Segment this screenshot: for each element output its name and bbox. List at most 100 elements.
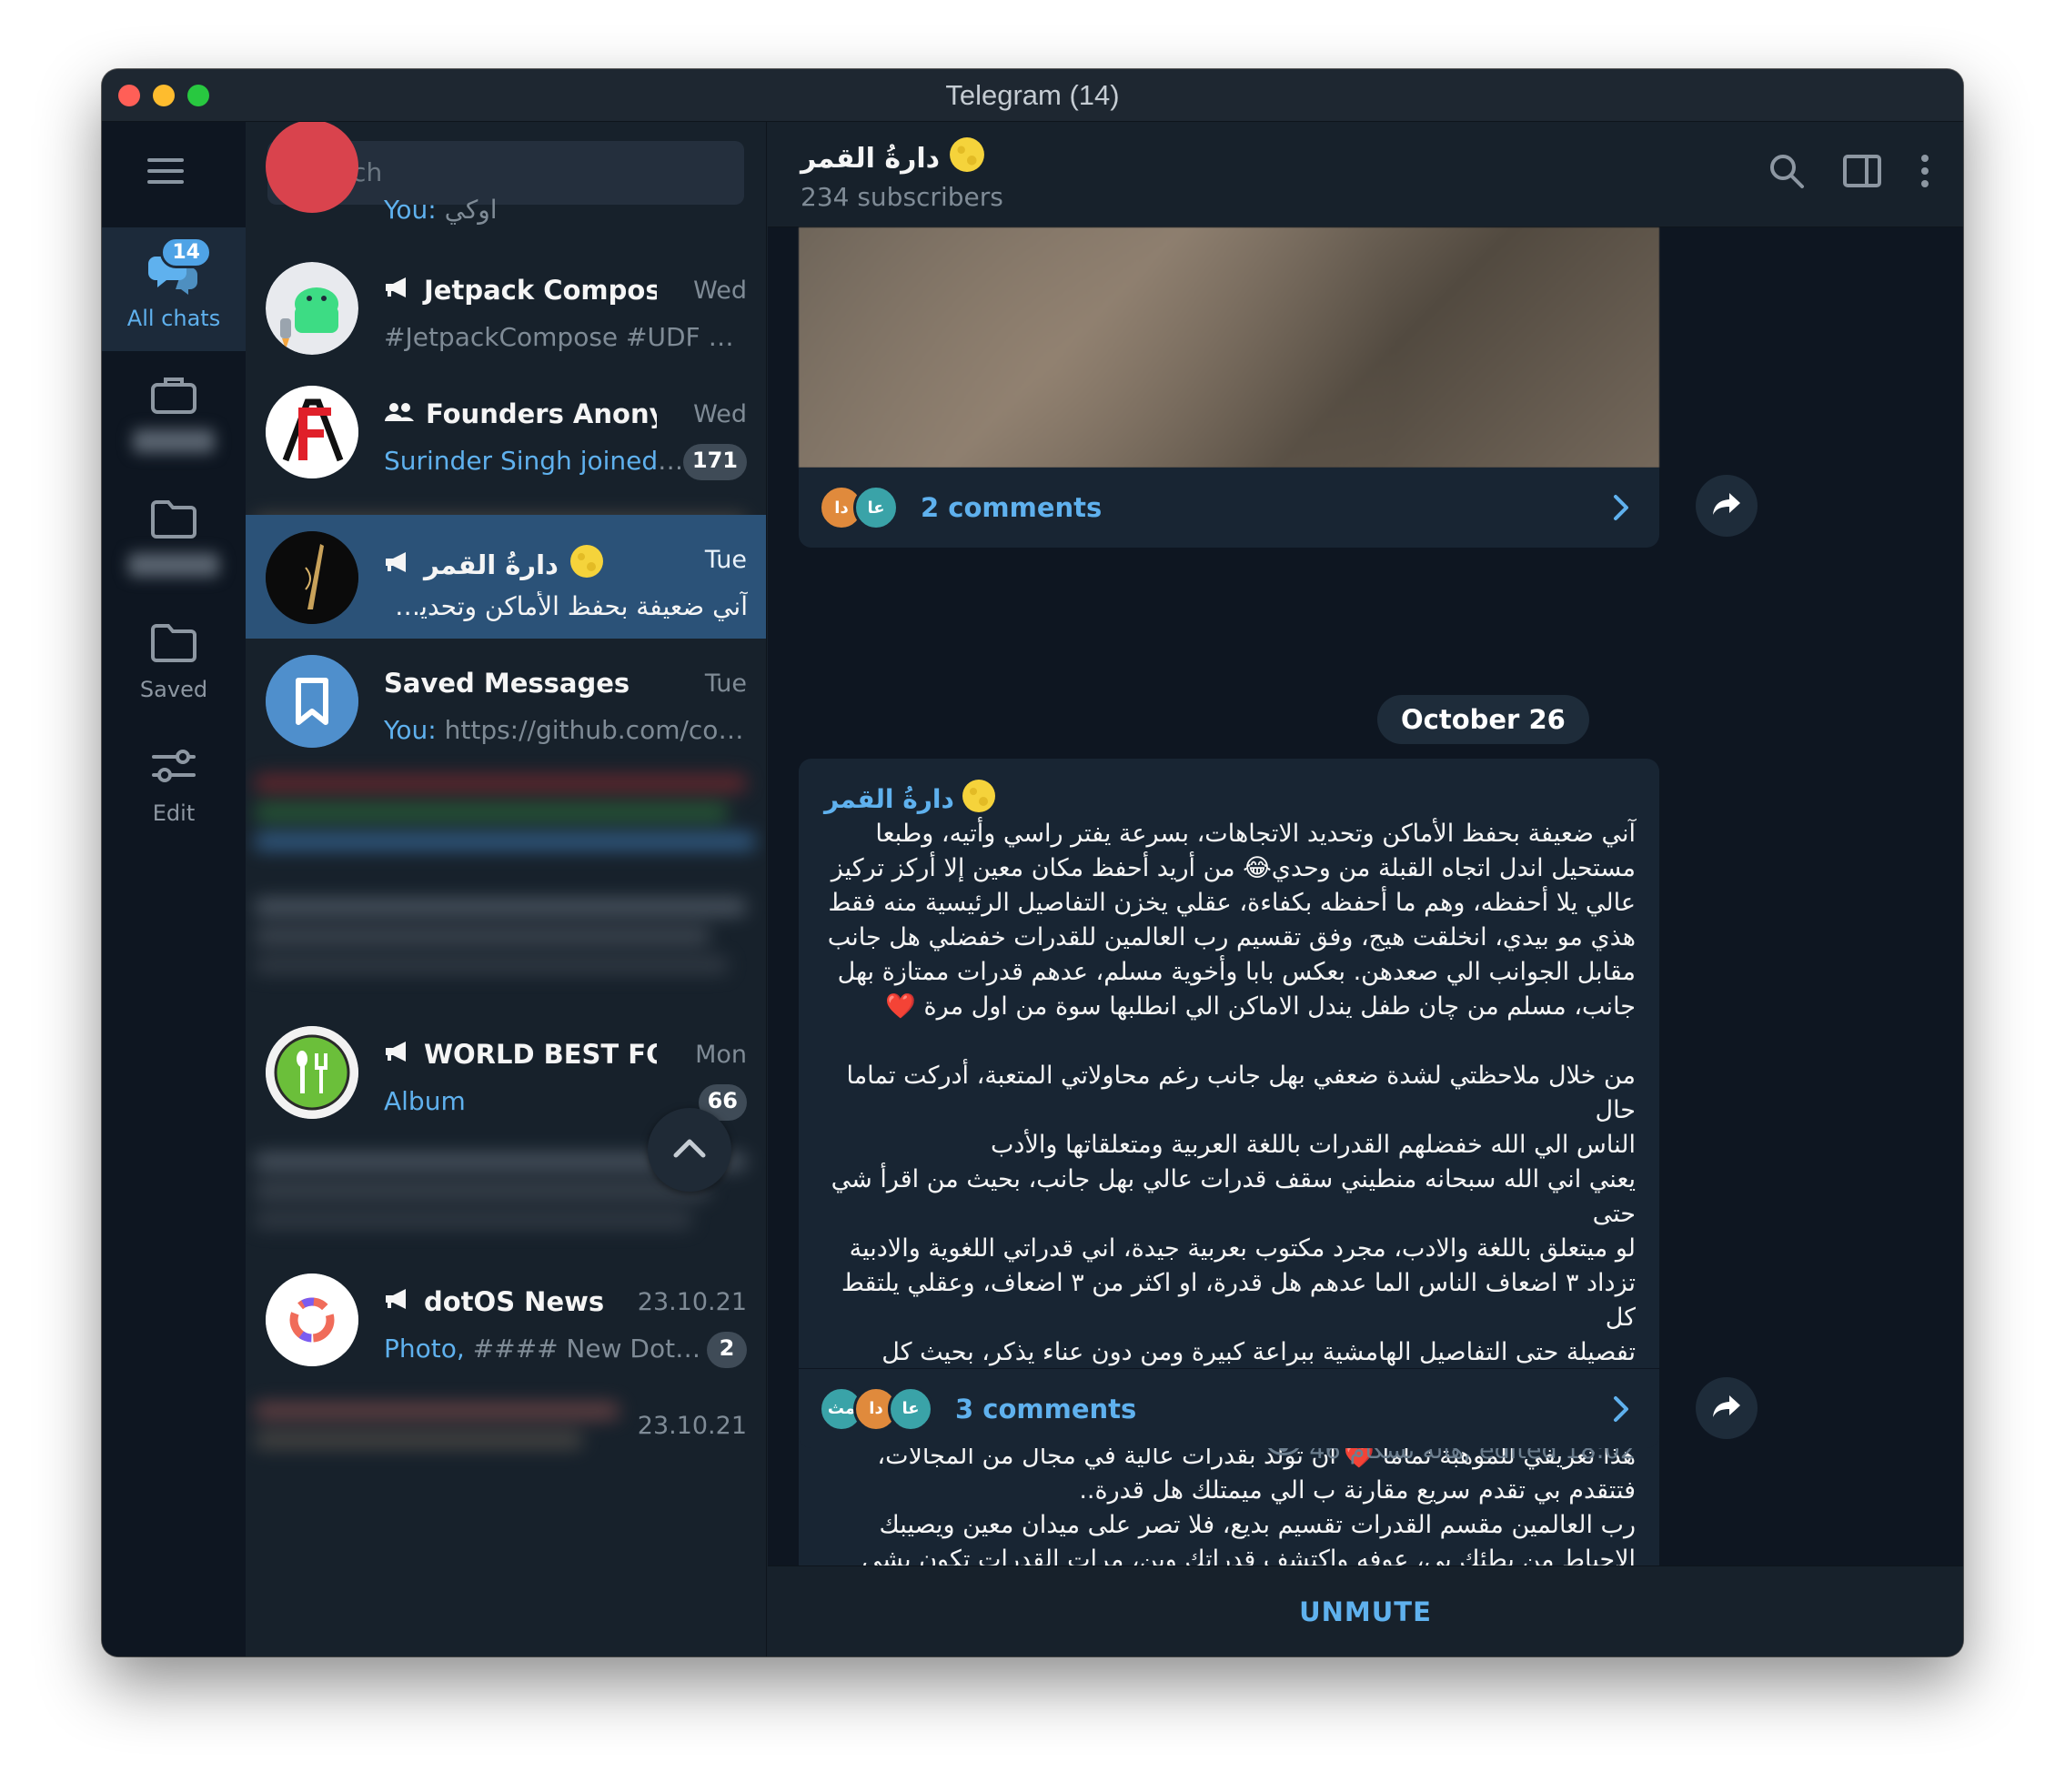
folder-saved[interactable]: Saved: [102, 599, 246, 722]
forward-button[interactable]: [1696, 1377, 1758, 1439]
sidebar-toggle-icon[interactable]: [1843, 155, 1881, 191]
hamburger-menu-icon[interactable]: [147, 158, 184, 186]
folder-label-blurred: [133, 429, 215, 453]
message-photo-blurred[interactable]: [799, 227, 1659, 468]
chat-avatar: [266, 386, 358, 478]
android-robot-icon: [266, 262, 358, 355]
unread-count-badge: 171: [682, 444, 747, 480]
chat-name: Saved Messages: [384, 668, 630, 699]
scroll-to-top-button[interactable]: [648, 1108, 731, 1192]
chat-row[interactable]: Jetpack Compose ... Wed #JetpackCompose …: [246, 246, 766, 369]
folder-custom[interactable]: [102, 475, 246, 599]
briefcase-icon: [146, 367, 201, 422]
chat-bubbles-icon: 14: [146, 237, 212, 298]
chat-name: Jetpack Compose ...: [424, 275, 657, 306]
group-icon: [384, 398, 415, 429]
folder-rail: 14 All chats Saved Edit: [102, 122, 246, 1656]
window-controls: [118, 85, 209, 106]
folder-work[interactable]: [102, 351, 246, 475]
comments-bar[interactable]: مث دا عا 3 comments: [799, 1368, 1659, 1448]
share-arrow-icon: [1711, 1394, 1742, 1423]
chat-name: Founders Anonym...: [426, 398, 657, 429]
megaphone-icon: [384, 275, 413, 306]
unread-badge: 14: [160, 237, 212, 268]
channel-title: دارةُ القمر: [801, 142, 941, 175]
comments-link[interactable]: 3 comments: [955, 1394, 1136, 1425]
chat-row[interactable]: Founders Anonym... Wed Surinder Singh jo…: [246, 369, 766, 493]
chat-preview: آني ضعيفة بحفظ الأماكن وتحديد ا...: [384, 591, 748, 621]
minimize-window-button[interactable]: [153, 85, 175, 106]
chat-preview: Surinder Singh joined t...: [384, 446, 684, 476]
full-moon-emoji-icon: [962, 779, 996, 820]
chat-date: 23.10.21: [637, 1288, 747, 1316]
chat-preview: #JetpackCompose #UDF #St...: [384, 322, 748, 352]
chat-date: Wed: [693, 277, 747, 305]
sliders-icon: [146, 739, 201, 793]
chevron-right-icon: [1612, 493, 1630, 526]
subscriber-count: 234 subscribers: [801, 182, 1003, 212]
chat-avatar: [266, 531, 358, 624]
full-moon-emoji-icon: [569, 544, 604, 585]
folder-label-blurred: [128, 553, 219, 577]
unmute-button[interactable]: UNMUTE: [1299, 1596, 1432, 1627]
chat-name: دارةُ القمر: [424, 549, 559, 580]
blurred-chat-row: [255, 762, 764, 862]
telegram-window: Telegram (14) 14 All chats Saved Edit Yo…: [102, 69, 1963, 1656]
chat-panel: دارةُ القمر 234 subscribers دا عا 2 comm…: [768, 122, 1963, 1656]
chat-list: Search You: اوكي Jetpack Compose ... Wed…: [246, 122, 767, 1656]
chat-date: Mon: [695, 1041, 747, 1069]
comments-link[interactable]: 2 comments: [921, 492, 1102, 523]
chat-row[interactable]: Saved Messages Tue You: https://github.c…: [246, 639, 766, 762]
chat-avatar: [266, 1026, 358, 1119]
search-icon[interactable]: [1768, 153, 1805, 193]
chat-row[interactable]: You: اوكي: [246, 122, 766, 247]
chat-row[interactable]: dotOS News 23.10.21 Photo, #### New DotO…: [246, 1257, 766, 1381]
chat-avatar: [266, 1274, 358, 1366]
megaphone-icon: [384, 1286, 413, 1317]
dotos-logo-icon: [266, 1274, 358, 1366]
folder-all-chats[interactable]: 14 All chats: [102, 227, 246, 351]
chat-preview: Photo, #### New DotOS...: [384, 1334, 702, 1364]
message-text: آني ضعيفة بحفظ الأماكن وتحديد الاتجاهات،…: [827, 820, 1636, 1608]
unread-count-badge: 2: [707, 1332, 747, 1368]
chat-date: Wed: [693, 400, 747, 428]
folder-icon: [146, 491, 201, 546]
commenter-avatar: عا: [853, 485, 899, 530]
founders-logo-icon: [266, 386, 358, 478]
folder-label: Edit: [152, 800, 196, 826]
chat-date: 23.10.21: [637, 1412, 747, 1440]
chat-date: Tue: [704, 669, 747, 698]
more-options-icon[interactable]: [1919, 153, 1930, 193]
full-moon-emoji-icon: [949, 136, 985, 180]
chat-avatar: [266, 655, 358, 748]
pen-nib-icon: [266, 531, 358, 624]
share-arrow-icon: [1711, 491, 1742, 520]
chevron-up-icon: [673, 1138, 706, 1162]
megaphone-icon: [384, 1039, 413, 1070]
title-bar: Telegram (14): [102, 69, 1963, 122]
close-window-button[interactable]: [118, 85, 140, 106]
megaphone-icon: [384, 549, 413, 580]
maximize-window-button[interactable]: [187, 85, 209, 106]
message-bubble[interactable]: دارةُ القمر آني ضعيفة بحفظ الأماكن وتحدي…: [799, 759, 1659, 1608]
chevron-right-icon: [1612, 1394, 1630, 1427]
forward-button[interactable]: [1696, 475, 1758, 537]
blurred-chat-row: [255, 886, 764, 986]
commenter-avatar: عا: [888, 1385, 933, 1432]
chat-preview: You: https://github.com/com...: [384, 715, 748, 745]
edit-folders[interactable]: Edit: [102, 722, 246, 846]
chat-date: Tue: [704, 546, 747, 574]
bottom-bar: UNMUTE: [768, 1565, 1963, 1656]
chat-avatar: [266, 122, 358, 213]
comments-bar[interactable]: دا عا 2 comments: [799, 468, 1659, 548]
fork-knife-icon: [266, 1026, 358, 1119]
folder-icon: [146, 615, 201, 669]
chat-name: dotOS News: [424, 1286, 605, 1317]
window-title: Telegram (14): [945, 78, 1120, 111]
folder-label: Saved: [139, 677, 208, 702]
chat-row[interactable]: 23.10.21: [246, 1381, 766, 1505]
chat-header[interactable]: دارةُ القمر 234 subscribers: [768, 122, 1963, 227]
chat-name: WORLD BEST FOO...: [424, 1039, 657, 1070]
date-separator: October 26: [1377, 695, 1589, 744]
chat-row-active[interactable]: دارةُ القمر Tue آني ضعيفة بحفظ الأماكن و…: [246, 515, 766, 639]
